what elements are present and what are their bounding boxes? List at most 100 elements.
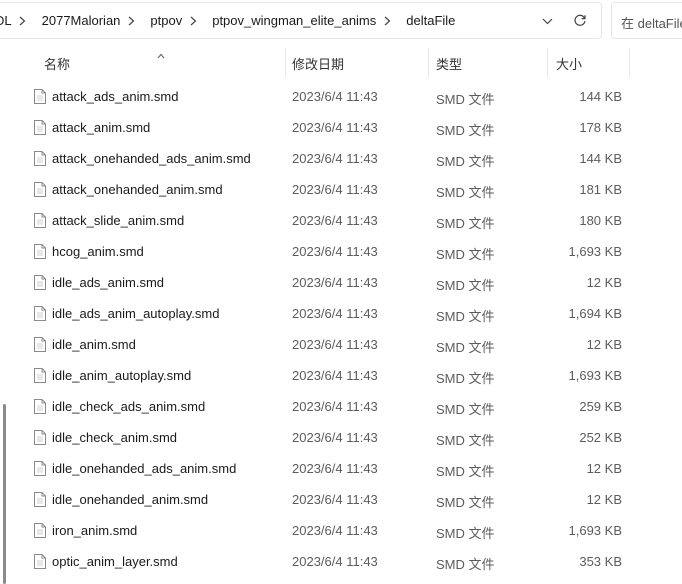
column-name[interactable]: 名称	[44, 54, 70, 73]
file-row[interactable]: idle_onehanded_anim.smd 2023/6/4 11:43 SMD…	[0, 484, 682, 515]
file-size: 12 KB	[586, 275, 622, 290]
file-row[interactable]: idle_onehanded_ads_anim.smd 2023/6/4 11:4…	[0, 453, 682, 484]
file-date: 2023/6/4 11:43	[292, 399, 378, 414]
file-size: 252 KB	[579, 430, 622, 445]
file-icon	[34, 244, 46, 259]
file-date: 2023/6/4 11:43	[292, 120, 378, 135]
file-name: idle_ads_anim.smd	[52, 275, 165, 290]
chevron-right-icon[interactable]	[120, 2, 142, 39]
file-row[interactable]: idle_anim.smd 2023/6/4 11:43 SMD 文件 12 KB	[0, 329, 682, 360]
file-size: 180 KB	[579, 213, 622, 228]
file-type: SMD 文件	[436, 92, 495, 107]
file-type: SMD 文件	[436, 278, 495, 293]
file-date: 2023/6/4 11:43	[292, 151, 378, 166]
file-size: 12 KB	[586, 337, 622, 352]
file-row[interactable]: attack_onehanded_anim.smd 2023/6/4 11:43 S…	[0, 174, 682, 205]
file-row[interactable]: idle_check_anim.smd 2023/6/4 11:43 SMD 文件 2…	[0, 422, 682, 453]
file-icon	[34, 275, 46, 290]
breadcrumb-item[interactable]: ptpov	[142, 13, 182, 28]
column-divider[interactable]	[428, 48, 429, 78]
file-icon	[34, 430, 46, 445]
file-size: 259 KB	[579, 399, 622, 414]
file-type: SMD 文件	[436, 216, 495, 231]
file-icon	[34, 151, 46, 166]
file-name: attack_ads_anim.smd	[52, 89, 179, 104]
file-row[interactable]: hcog_anim.smd 2023/6/4 11:43 SMD 文件 1,693 K…	[0, 236, 682, 267]
file-size: 178 KB	[579, 120, 622, 135]
column-divider[interactable]	[629, 48, 630, 78]
file-name: hcog_anim.smd	[52, 244, 144, 259]
column-divider[interactable]	[285, 48, 286, 78]
file-row[interactable]: idle_anim_autoplay.smd 2023/6/4 11:43 SMD …	[0, 360, 682, 391]
file-icon	[34, 554, 46, 569]
file-name: iron_anim.smd	[52, 523, 138, 538]
file-name: optic_anim_layer.smd	[52, 554, 178, 569]
file-date: 2023/6/4 11:43	[292, 213, 378, 228]
breadcrumb-current[interactable]: deltaFile	[398, 13, 455, 28]
chevron-down-icon[interactable]	[539, 13, 555, 29]
file-icon	[34, 523, 46, 538]
file-type: SMD 文件	[436, 185, 495, 200]
breadcrumb-item[interactable]: DL	[0, 13, 12, 28]
file-row[interactable]: attack_onehanded_ads_anim.smd 2023/6/4 11…	[0, 143, 682, 174]
refresh-icon[interactable]	[571, 12, 589, 30]
file-type: SMD 文件	[436, 464, 495, 479]
file-date: 2023/6/4 11:43	[292, 554, 378, 569]
file-name: attack_onehanded_anim.smd	[52, 182, 223, 197]
chevron-right-icon[interactable]	[376, 2, 398, 39]
column-date[interactable]: 修改日期	[292, 54, 344, 73]
sort-ascending-icon	[157, 46, 165, 59]
file-row[interactable]: idle_ads_anim_autoplay.smd 2023/6/4 11:43…	[0, 298, 682, 329]
file-size: 1,693 KB	[568, 244, 623, 259]
file-row[interactable]: optic_anim_layer.smd 2023/6/4 11:43 SMD 文件…	[0, 546, 682, 577]
file-type: SMD 文件	[436, 495, 495, 510]
file-name: idle_onehanded_ads_anim.smd	[52, 461, 237, 476]
file-row[interactable]: attack_anim.smd 2023/6/4 11:43 SMD 文件 178 K…	[0, 112, 682, 143]
file-list: attack_ads_anim.smd 2023/6/4 11:43 SMD 文件 1…	[0, 81, 682, 577]
file-name: idle_anim_autoplay.smd	[52, 368, 192, 383]
file-date: 2023/6/4 11:43	[292, 523, 378, 538]
column-type[interactable]: 类型	[436, 54, 462, 73]
file-date: 2023/6/4 11:43	[292, 182, 378, 197]
file-date: 2023/6/4 11:43	[292, 368, 378, 383]
file-size: 181 KB	[579, 182, 622, 197]
file-type: SMD 文件	[436, 526, 495, 541]
search-input[interactable]: 在 deltaFile	[611, 2, 682, 39]
toolbar: DL 2077Malorian ptpov ptpov_wingman_elit…	[0, 0, 682, 42]
file-icon	[34, 213, 46, 228]
chevron-right-icon[interactable]	[12, 2, 34, 39]
file-type: SMD 文件	[436, 433, 495, 448]
file-name: idle_anim.smd	[52, 337, 136, 352]
column-size[interactable]: 大小	[556, 54, 582, 73]
file-size: 1,693 KB	[568, 523, 623, 538]
file-size: 1,693 KB	[568, 368, 623, 383]
file-type: SMD 文件	[436, 123, 495, 138]
file-size: 1,694 KB	[568, 306, 623, 321]
file-row[interactable]: idle_check_ads_anim.smd 2023/6/4 11:43 SMD…	[0, 391, 682, 422]
breadcrumb-item[interactable]: 2077Malorian	[34, 13, 121, 28]
file-date: 2023/6/4 11:43	[292, 89, 378, 104]
file-row[interactable]: attack_ads_anim.smd 2023/6/4 11:43 SMD 文件 1…	[0, 81, 682, 112]
file-row[interactable]: idle_ads_anim.smd 2023/6/4 11:43 SMD 文件 12 …	[0, 267, 682, 298]
chevron-right-icon[interactable]	[182, 2, 204, 39]
file-row[interactable]: iron_anim.smd 2023/6/4 11:43 SMD 文件 1,693 K…	[0, 515, 682, 546]
file-icon	[34, 461, 46, 476]
file-type: SMD 文件	[436, 309, 495, 324]
file-size: 353 KB	[579, 554, 622, 569]
file-name: idle_check_ads_anim.smd	[52, 399, 206, 414]
file-icon	[34, 182, 46, 197]
file-date: 2023/6/4 11:43	[292, 306, 378, 321]
file-type: SMD 文件	[436, 247, 495, 262]
breadcrumb-item[interactable]: ptpov_wingman_elite_anims	[204, 13, 376, 28]
file-date: 2023/6/4 11:43	[292, 337, 378, 352]
file-type: SMD 文件	[436, 402, 495, 417]
file-name: attack_anim.smd	[52, 120, 151, 135]
file-row[interactable]: attack_slide_anim.smd 2023/6/4 11:43 SMD 文…	[0, 205, 682, 236]
column-divider[interactable]	[547, 48, 548, 78]
file-icon	[34, 337, 46, 352]
address-bar[interactable]: DL 2077Malorian ptpov ptpov_wingman_elit…	[0, 2, 602, 39]
file-name: idle_onehanded_anim.smd	[52, 492, 209, 507]
file-icon	[34, 120, 46, 135]
file-date: 2023/6/4 11:43	[292, 492, 378, 507]
file-type: SMD 文件	[436, 371, 495, 386]
